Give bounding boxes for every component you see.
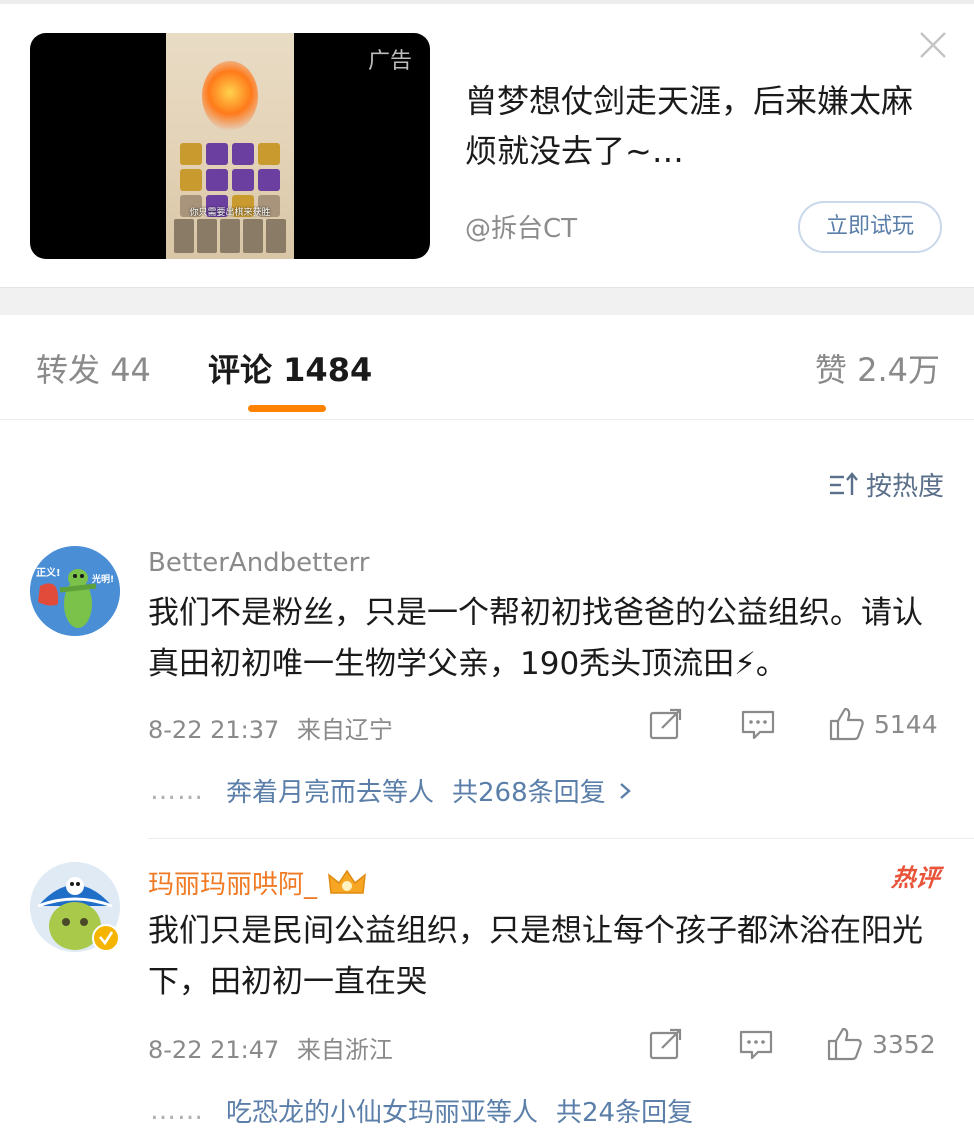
tab-likes[interactable]: 赞 2.4万 <box>815 348 940 392</box>
repost-icon <box>649 1028 682 1060</box>
comment-location: 来自辽宁 <box>296 716 393 744</box>
tab-comments-count: 1484 <box>283 351 373 389</box>
like-count: 3352 <box>872 1029 936 1059</box>
avatar[interactable]: 正义! 光明! <box>30 546 120 636</box>
ad-game-screenshot: 你只需要出棋来获胜 <box>166 33 294 259</box>
comment-username-text: 玛丽玛丽哄阿_ <box>148 870 318 900</box>
ad-label: 广告 <box>367 49 412 74</box>
comment-text: 我们只是民间公益组织，只是想让每个孩子都沐浴在阳光下，田初初一直在哭 <box>148 913 923 1000</box>
section-divider <box>0 287 974 315</box>
reply-dots: …… <box>150 775 204 806</box>
comment-username[interactable]: 玛丽玛丽哄阿_ <box>148 864 367 901</box>
like-action[interactable]: 3352 <box>826 1026 936 1062</box>
comment-meta: 8-22 21:47 来自浙江 <box>148 1030 393 1065</box>
tab-repost[interactable]: 转发 44 <box>36 348 151 392</box>
sort-label: 按热度 <box>865 472 944 502</box>
comment-location: 来自浙江 <box>296 1036 393 1064</box>
tab-likes-label: 赞 <box>814 351 847 389</box>
repost-icon <box>649 708 682 740</box>
ad-author[interactable]: @拆台CT <box>465 208 577 245</box>
avatar[interactable] <box>30 862 120 952</box>
like-action[interactable]: 5144 <box>828 706 938 742</box>
avatar-text-right: 光明! <box>92 575 115 585</box>
tab-repost-label: 转发 <box>36 351 101 389</box>
reply-total: 共24条回复 <box>556 1098 694 1128</box>
verified-icon <box>92 924 120 952</box>
comment-text: 我们不是粉丝，只是一个帮初初找爸爸的公益组织。请认真田初初唯一生物学父亲，190… <box>148 595 923 682</box>
comment-action[interactable] <box>740 708 776 742</box>
reply-preview-users: 吃恐龙的小仙女玛丽亚等人 <box>226 1098 539 1128</box>
sort-icon <box>829 471 858 495</box>
like-count: 5144 <box>874 709 938 739</box>
reply-dots: …… <box>150 1095 204 1126</box>
reply-total: 共268条回复 <box>452 778 606 808</box>
tab-divider <box>0 419 974 420</box>
reply-preview[interactable]: …… 奔着月亮而去等人 共268条回复 <box>150 772 636 809</box>
tab-repost-count: 44 <box>110 351 151 389</box>
ad-thumbnail-caption: 你只需要出棋来获胜 <box>189 208 271 218</box>
close-icon[interactable] <box>918 30 948 60</box>
ad-title[interactable]: 曾梦想仗剑走天涯，后来嫌太麻烦就没去了~… <box>465 76 935 176</box>
repost-action[interactable] <box>648 708 684 742</box>
like-icon <box>829 707 864 741</box>
comment-divider <box>148 838 974 839</box>
comment-icon <box>741 710 775 740</box>
crown-icon <box>328 869 366 894</box>
inventory-slots <box>174 219 286 253</box>
chevron-right-icon <box>619 782 631 799</box>
comment-time: 8-22 21:37 <box>148 716 280 744</box>
reply-preview-users: 奔着月亮而去等人 <box>226 778 435 808</box>
active-tab-indicator <box>248 405 326 412</box>
tab-comments[interactable]: 评论 1484 <box>208 348 372 392</box>
try-now-button[interactable]: 立即试玩 <box>798 201 942 253</box>
comment-icon <box>739 1030 773 1060</box>
ad-card[interactable]: 你只需要出棋来获胜 广告 曾梦想仗剑走天涯，后来嫌太麻烦就没去了~… @拆台CT… <box>0 0 974 287</box>
tab-comments-label: 评论 <box>208 351 273 389</box>
comment-action[interactable] <box>738 1028 774 1062</box>
ad-thumbnail[interactable]: 你只需要出棋来获胜 广告 <box>30 33 430 259</box>
comment-username[interactable]: BetterAndbetterr <box>148 548 369 578</box>
like-icon <box>827 1027 862 1061</box>
repost-action[interactable] <box>648 1028 684 1062</box>
tab-likes-count: 2.4万 <box>857 351 940 389</box>
sort-toggle[interactable]: 按热度 <box>828 466 944 503</box>
hero-figure <box>202 61 258 131</box>
reply-preview[interactable]: …… 吃恐龙的小仙女玛丽亚等人 共24条回复 <box>150 1092 693 1129</box>
comment-time: 8-22 21:47 <box>148 1036 280 1064</box>
hot-comment-badge: 热评 <box>890 864 942 892</box>
avatar-text-left: 正义! <box>36 568 61 579</box>
comment-meta: 8-22 21:37 来自辽宁 <box>148 710 393 745</box>
